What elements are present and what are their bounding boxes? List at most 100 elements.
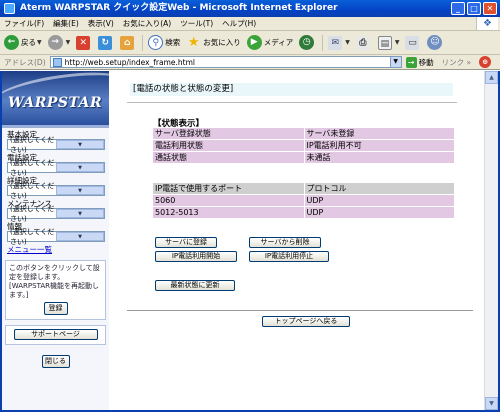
star-icon: ★: [187, 35, 200, 50]
forward-button[interactable]: → ▼: [47, 35, 70, 50]
server-delete-button[interactable]: サーバから削除: [249, 237, 321, 248]
menu-view[interactable]: 表示(V): [88, 18, 114, 29]
back-button[interactable]: ← 戻る ▼: [4, 35, 42, 50]
page-icon: [52, 57, 62, 67]
port-table: IP電話で使用するポート プロトコル 5060 UDP 5012-5013 UD…: [153, 183, 454, 219]
go-button[interactable]: → 移動: [405, 56, 434, 68]
window-controls: _ □ ✕: [451, 2, 497, 15]
table-row: 5012-5013 UDP: [153, 206, 454, 219]
status-value: サーバ未登録: [304, 128, 454, 140]
server-register-button[interactable]: サーバに登録: [155, 237, 217, 248]
messenger-icon: ☺: [427, 35, 443, 50]
bottom-divider: [127, 310, 473, 311]
address-label: アドレス(D): [4, 57, 46, 67]
ip-phone-start-button[interactable]: IP電話利用開始: [155, 251, 237, 262]
main-content: [電話の状態と状態の変更] 【状態表示】 サーバ登録状態 サーバ未登録 電話利用…: [109, 71, 486, 410]
address-bar: アドレス(D) http://web.setup/index_frame.htm…: [0, 55, 500, 70]
support-page-button[interactable]: サポートページ: [13, 329, 98, 340]
table-row: 通話状態 未通話: [153, 151, 454, 164]
select-value: (選択してください): [10, 204, 55, 223]
home-icon: ⌂: [120, 35, 135, 50]
status-value: IP電話利用不可: [304, 139, 454, 152]
search-button[interactable]: ⚲ 検索: [148, 35, 180, 50]
chevron-down-icon: ▼: [56, 163, 104, 172]
refresh-status-button[interactable]: 最新状態に更新: [155, 280, 235, 291]
close-window-button[interactable]: ✕: [483, 2, 497, 15]
edit-button[interactable]: ▤ ▼: [377, 35, 400, 50]
back-arrow-icon: ←: [4, 35, 19, 50]
scroll-down-icon[interactable]: ▼: [485, 397, 498, 410]
stop-icon: ✕: [76, 35, 91, 50]
discuss-button[interactable]: ▭: [405, 35, 421, 50]
protocol-cell: UDP: [304, 194, 454, 207]
media-button[interactable]: ▶ メディア: [246, 35, 293, 50]
scroll-up-icon[interactable]: ▲: [485, 71, 498, 84]
norton-icon[interactable]: ⊕: [479, 56, 492, 68]
menu-bar: ファイル(F) 編集(E) 表示(V) お気に入り(A) ツール(T) ヘルプ(…: [0, 17, 500, 31]
status-label: 通話状態: [153, 151, 305, 164]
favorites-label: お気に入り: [203, 38, 241, 47]
menu-edit[interactable]: 編集(E): [53, 18, 79, 29]
messenger-button[interactable]: ☺: [427, 35, 444, 50]
ip-phone-stop-button[interactable]: IP電話利用停止: [249, 251, 329, 262]
print-icon: ⎙: [355, 35, 370, 50]
select-value: (選択してください): [10, 135, 55, 154]
chevron-down-icon: ▼: [56, 140, 104, 149]
phone-settings-select[interactable]: (選択してください) ▼: [7, 159, 105, 177]
toolbar-separator: [142, 34, 144, 51]
stop-button[interactable]: ✕: [76, 35, 92, 50]
menu-help[interactable]: ヘルプ(H): [222, 18, 256, 29]
vertical-scrollbar[interactable]: ▲ ▼: [484, 71, 498, 410]
nav-group-basic: 基本設定 (選択してください) ▼: [2, 128, 109, 154]
chevron-down-icon: ▼: [56, 186, 104, 195]
basic-settings-select[interactable]: (選択してください) ▼: [7, 136, 105, 154]
ie-app-icon: [4, 3, 15, 14]
status-table: サーバ登録状態 サーバ未登録 電話利用状態 IP電話利用不可 通話状態 未通話: [153, 128, 454, 164]
menu-file[interactable]: ファイル(F): [4, 18, 44, 29]
maximize-button[interactable]: □: [467, 2, 481, 15]
window-title: Aterm WARPSTAR クイック設定Web - Microsoft Int…: [20, 3, 338, 13]
go-arrow-icon: →: [405, 56, 417, 68]
search-label: 検索: [165, 38, 181, 47]
chevron-down-icon: ▼: [394, 39, 400, 46]
info-select[interactable]: (選択してください) ▼: [7, 228, 105, 246]
refresh-icon: ↻: [98, 35, 113, 50]
close-button[interactable]: 閉じる: [41, 355, 70, 368]
links-button[interactable]: リンク »: [442, 57, 471, 68]
support-box: サポートページ: [5, 325, 106, 345]
warpstar-logo: WARPSTAR: [2, 71, 109, 125]
content-frame: WARPSTAR 基本設定 (選択してください) ▼ 電話設定 (選択してくださ…: [0, 71, 500, 412]
top-page-button[interactable]: トップページへ戻る: [262, 316, 350, 327]
chevron-down-icon: ▼: [56, 209, 104, 218]
browser-toolbar: ← 戻る ▼ → ▼ ✕ ↻ ⌂ ⚲ 検索 ★ お気に入り ▶ メディア ◷ ✉…: [0, 31, 500, 55]
history-button[interactable]: ◷: [299, 35, 316, 50]
chevron-down-icon[interactable]: ▼: [389, 57, 401, 67]
toolbar-separator: [322, 34, 324, 51]
address-input[interactable]: http://web.setup/index_frame.html ▼: [49, 56, 402, 68]
favorites-button[interactable]: ★ お気に入り: [186, 35, 241, 50]
protocol-column-header: プロトコル: [304, 183, 454, 195]
port-column-header: IP電話で使用するポート: [153, 183, 305, 195]
home-button[interactable]: ⌂: [120, 35, 136, 50]
forward-arrow-icon: →: [47, 35, 63, 50]
register-button[interactable]: 登録: [43, 302, 68, 315]
register-note: このボタンをクリックして設定を登録します。[WARPSTAR機能を再起動します。…: [9, 264, 100, 299]
table-row: 5060 UDP: [153, 194, 454, 207]
print-button[interactable]: ⎙: [355, 35, 372, 50]
menu-tools[interactable]: ツール(T): [180, 18, 213, 29]
advanced-settings-select[interactable]: (選択してください) ▼: [7, 182, 105, 200]
minimize-button[interactable]: _: [451, 2, 465, 15]
table-header-row: IP電話で使用するポート プロトコル: [153, 183, 454, 195]
menu-favorites[interactable]: お気に入り(A): [123, 18, 171, 29]
mail-button[interactable]: ✉ ▼: [328, 35, 350, 50]
refresh-button[interactable]: ↻: [98, 35, 114, 50]
logo-text: WARPSTAR: [8, 95, 103, 111]
history-icon: ◷: [299, 35, 315, 50]
left-nav-panel: WARPSTAR 基本設定 (選択してください) ▼ 電話設定 (選択してくださ…: [2, 71, 109, 410]
status-label: 電話利用状態: [153, 139, 305, 152]
edit-page-icon: ▤: [377, 35, 392, 50]
maintenance-select[interactable]: (選択してください) ▼: [7, 205, 105, 223]
title-divider: [127, 102, 457, 103]
discuss-icon: ▭: [405, 35, 420, 50]
table-row: サーバ登録状態 サーバ未登録: [153, 128, 454, 140]
